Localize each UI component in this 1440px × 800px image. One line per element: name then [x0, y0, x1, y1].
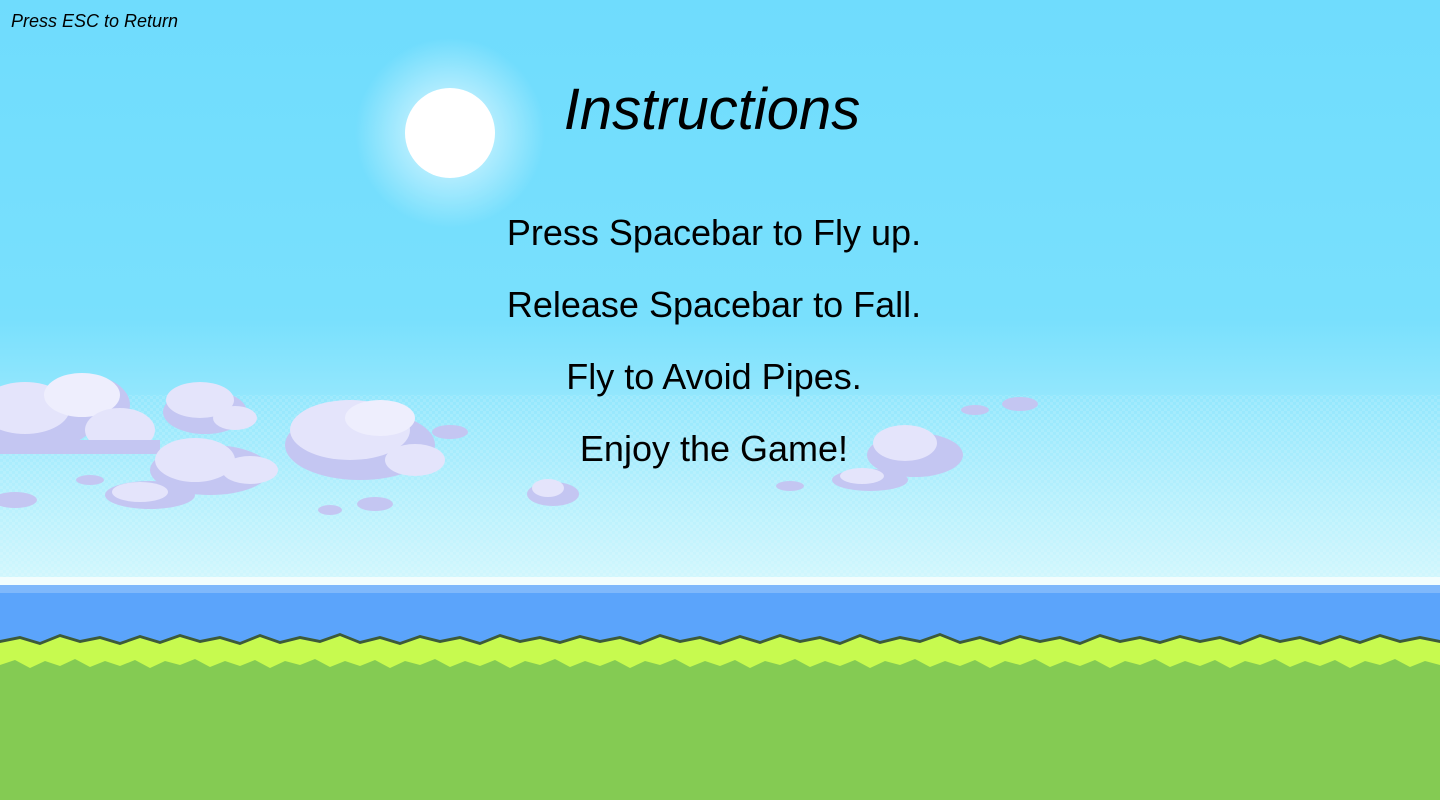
sea-shimmer	[0, 585, 1440, 593]
instruction-avoid-pipes: Fly to Avoid Pipes.	[566, 356, 862, 397]
grass	[0, 659, 1440, 800]
instruction-fall: Release Spacebar to Fall.	[506, 284, 922, 325]
cloud-icon	[318, 505, 342, 515]
page-title: Instructions	[563, 77, 861, 142]
horizon-line	[0, 577, 1440, 585]
cloud-icon	[357, 497, 393, 511]
sea	[0, 585, 1440, 643]
game-screen: Press ESC to Return Instructions Press S…	[0, 0, 1440, 800]
escape-hint: Press ESC to Return	[11, 11, 179, 31]
instruction-enjoy: Enjoy the Game!	[579, 428, 849, 469]
instructions-list: Press Spacebar to Fly up. Release Spaceb…	[0, 211, 1428, 499]
instruction-fly-up: Press Spacebar to Fly up.	[506, 212, 922, 253]
